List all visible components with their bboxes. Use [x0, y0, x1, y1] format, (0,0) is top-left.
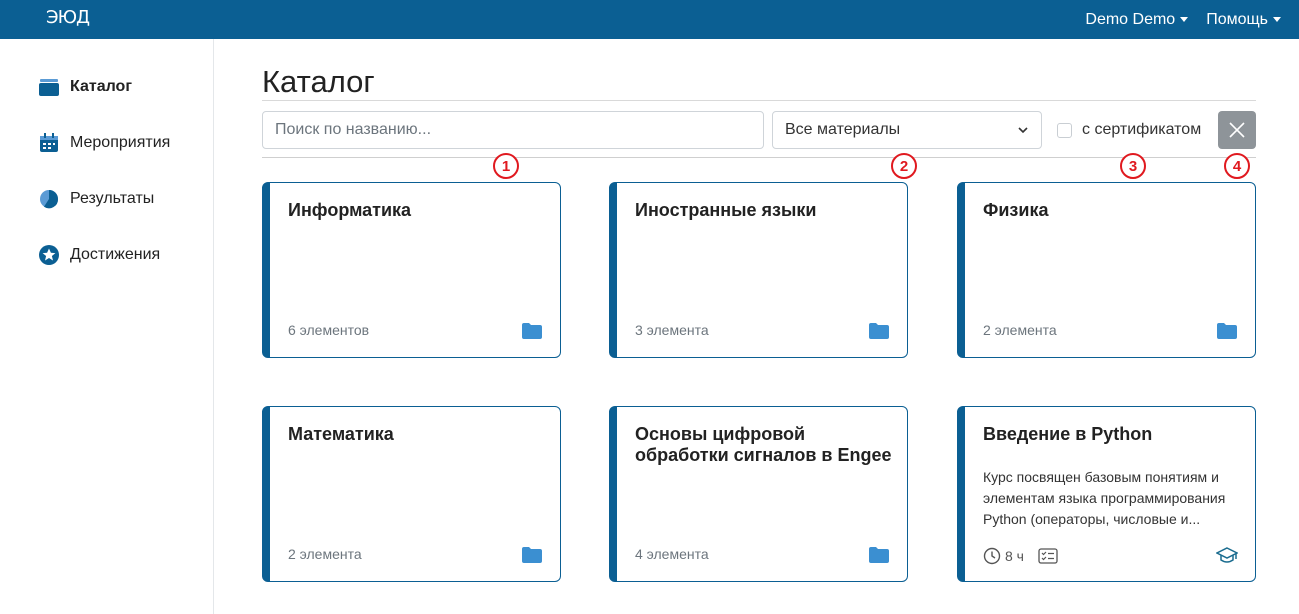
close-icon: [1229, 122, 1245, 138]
card-title: Иностранные языки: [635, 200, 817, 220]
catalog-icon: [39, 79, 59, 96]
sidebar-item-label: Мероприятия: [70, 134, 171, 151]
annotation-marker-4: 4: [1224, 153, 1250, 179]
card-count: 4 элемента: [635, 546, 709, 562]
sidebar-item-catalog[interactable]: Каталог: [38, 75, 132, 99]
catalog-card-physics[interactable]: Физика 2 элемента: [957, 182, 1256, 358]
user-menu-dropdown[interactable]: Demo Demo: [1085, 10, 1189, 29]
course-duration: 8 ч: [1005, 548, 1024, 564]
sidebar-item-events[interactable]: Мероприятия: [38, 131, 170, 155]
caret-down-icon: [1180, 16, 1189, 22]
annotation-marker-2: 2: [891, 153, 917, 179]
app-logo[interactable]: ЭЮД: [46, 7, 90, 28]
sidebar: Каталог Мероприятия Результаты Достижени…: [0, 39, 214, 614]
card-count: 2 элемента: [983, 322, 1057, 338]
card-title: Введение в Python: [983, 424, 1153, 444]
top-navbar: ЭЮД Demo Demo Помощь: [0, 0, 1299, 39]
checklist-icon: [1038, 548, 1058, 564]
page-title: Каталог: [262, 64, 375, 99]
clock-icon: [983, 547, 1001, 565]
folder-icon: [1217, 323, 1237, 339]
help-menu-label: Помощь: [1206, 10, 1268, 28]
folder-icon: [869, 323, 889, 339]
pie-chart-icon: [40, 190, 59, 209]
sidebar-item-label: Каталог: [70, 78, 132, 95]
catalog-card-informatics[interactable]: Информатика 6 элементов: [262, 182, 561, 358]
sidebar-item-results[interactable]: Результаты: [38, 187, 154, 211]
calendar-icon: [40, 133, 58, 152]
card-count: 6 элементов: [288, 322, 370, 338]
annotation-marker-1: 1: [493, 153, 519, 179]
user-menu-label: Demo Demo: [1085, 10, 1176, 28]
card-title: Основы цифровой обработки сигналов в Eng…: [635, 424, 892, 465]
certificate-checkbox[interactable]: [1057, 122, 1072, 138]
folder-icon: [522, 547, 542, 563]
catalog-card-dsp-engee[interactable]: Основы цифровой обработки сигналов в Eng…: [609, 406, 908, 582]
catalog-card-languages[interactable]: Иностранные языки 3 элемента: [609, 182, 908, 358]
sidebar-item-label: Достижения: [70, 246, 161, 263]
chevron-down-icon: [1018, 127, 1028, 134]
folder-icon: [869, 547, 889, 563]
sidebar-item-label: Результаты: [70, 190, 155, 207]
search-input[interactable]: [262, 111, 764, 149]
caret-down-icon: [1273, 16, 1281, 22]
card-description: Курс посвящен базовым понятиям и элемент…: [983, 469, 1226, 527]
card-count: 3 элемента: [635, 322, 709, 338]
card-title: Информатика: [288, 200, 412, 220]
card-count: 2 элемента: [288, 546, 362, 562]
help-menu-dropdown[interactable]: Помощь: [1206, 11, 1281, 29]
title-divider: [262, 100, 1256, 101]
annotation-marker-3: 3: [1120, 153, 1146, 179]
card-title: Математика: [288, 424, 394, 444]
folder-icon: [522, 323, 542, 339]
card-title: Физика: [983, 200, 1049, 220]
materials-select-value: Все материалы: [785, 121, 901, 138]
catalog-card-math[interactable]: Математика 2 элемента: [262, 406, 561, 582]
graduation-cap-icon: [1216, 547, 1238, 563]
certificate-label: с сертификатом: [1082, 121, 1202, 138]
catalog-card-python-course[interactable]: Введение в Python Курс посвящен базовым …: [957, 406, 1256, 582]
materials-select[interactable]: Все материалы: [772, 111, 1042, 149]
top-menu: Demo Demo Помощь: [1085, 0, 1281, 39]
clear-filters-button[interactable]: [1218, 111, 1256, 149]
filters-divider: [262, 157, 1256, 158]
sidebar-item-achievements[interactable]: Достижения: [38, 243, 160, 267]
card-meta: 8 ч: [983, 547, 1062, 565]
certificate-filter[interactable]: с сертификатом: [1057, 121, 1201, 139]
star-badge-icon: [39, 245, 59, 265]
